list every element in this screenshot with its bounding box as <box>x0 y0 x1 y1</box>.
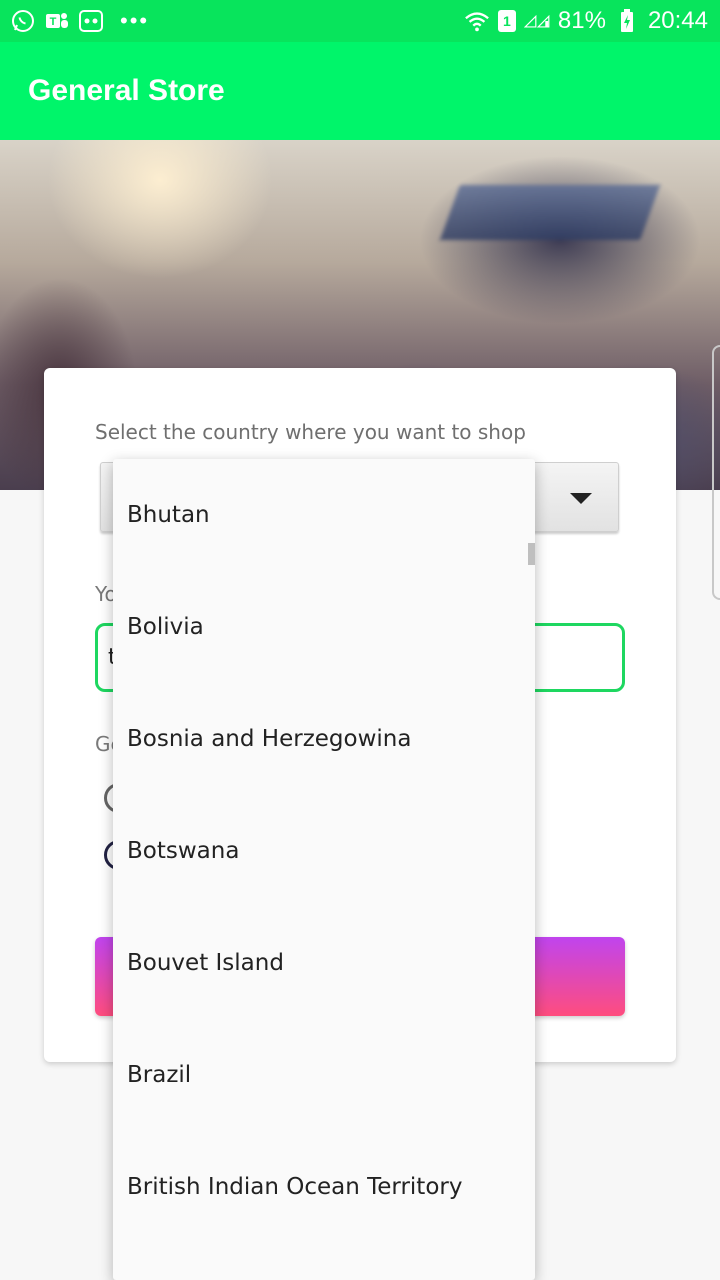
sim-badge: 1 <box>497 10 516 32</box>
dropdown-arrow-icon <box>570 493 592 504</box>
dropdown-scrollbar[interactable] <box>528 543 535 565</box>
clock: 20:44 <box>647 7 708 34</box>
wifi-icon <box>464 8 490 34</box>
country-option[interactable]: British Indian Ocean Territory <box>113 1131 523 1243</box>
country-dropdown-list[interactable]: Bhutan Bolivia Bosnia and Herzegowina Bo… <box>113 459 535 1280</box>
battery-charging-icon <box>614 8 640 34</box>
country-option[interactable]: Bosnia and Herzegowina <box>113 683 523 795</box>
app-title: General Store <box>28 74 225 107</box>
signal-icon <box>523 8 550 34</box>
country-option[interactable]: Botswana <box>113 795 523 907</box>
edge-panel-handle[interactable] <box>712 345 720 600</box>
chat-app-icon <box>78 8 104 34</box>
hero-image-detail <box>439 185 661 240</box>
country-label: Select the country where you want to sho… <box>95 420 526 444</box>
system-icons: 1 81% 20:44 <box>464 7 708 35</box>
more-dots-icon: ••• <box>120 8 150 33</box>
country-option[interactable]: Brazil <box>113 1019 523 1131</box>
battery-percent: 81% <box>557 7 606 34</box>
notification-icons: T ••• <box>10 8 149 34</box>
whatsapp-icon <box>10 8 36 34</box>
svg-text:T: T <box>50 16 57 28</box>
country-option[interactable]: Bolivia <box>113 571 523 683</box>
teams-icon: T <box>44 8 70 34</box>
country-option[interactable]: Bouvet Island <box>113 907 523 1019</box>
app-bar: General Store <box>0 42 720 140</box>
status-bar: T ••• 1 81% 20:44 <box>0 0 720 42</box>
country-option[interactable]: Bhutan <box>113 459 523 571</box>
